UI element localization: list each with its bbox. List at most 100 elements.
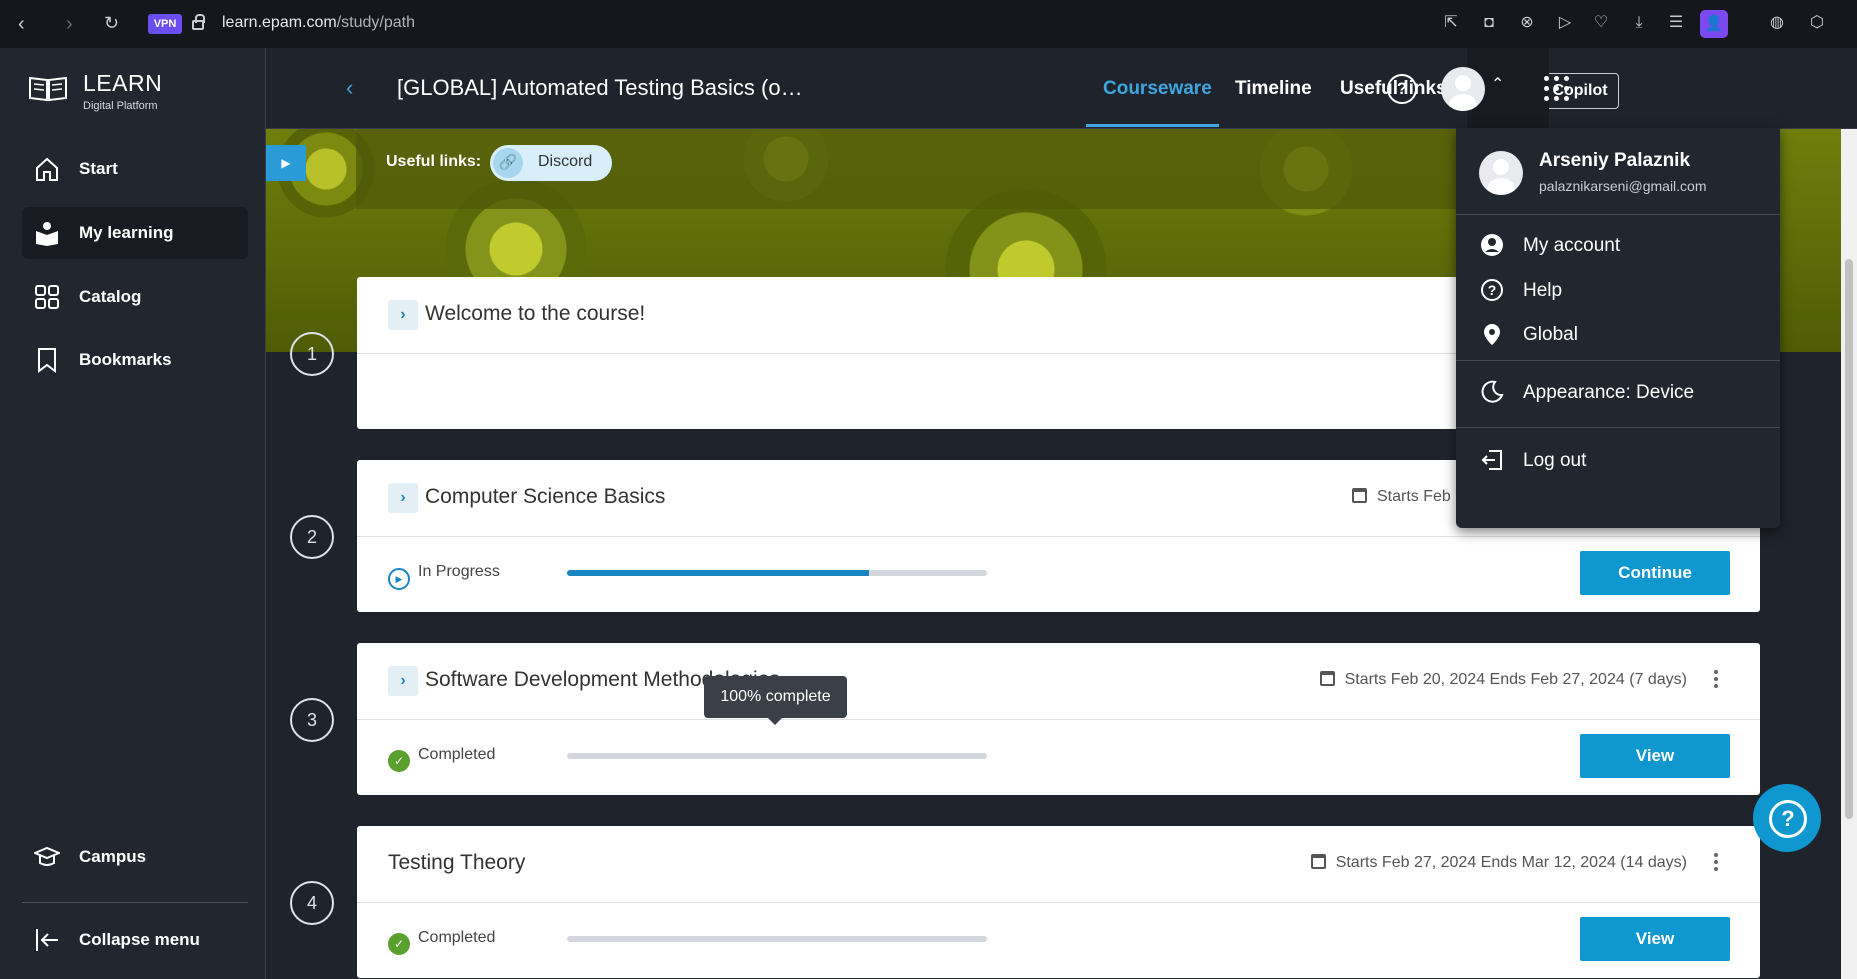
sidebar-item-start[interactable]: Start	[22, 143, 248, 195]
sidebar-item-catalog[interactable]: Catalog	[22, 271, 248, 323]
module-progress-bar[interactable]	[567, 753, 987, 759]
sidebar-item-campus[interactable]: Campus	[22, 831, 248, 883]
learning-icon	[36, 222, 58, 246]
apps-grid-icon[interactable]	[1544, 76, 1570, 102]
logout-icon	[1481, 450, 1502, 470]
help-circle-icon: ?	[1481, 279, 1503, 301]
module-status-label: Completed	[418, 746, 496, 763]
view-button[interactable]: View	[1580, 734, 1730, 778]
expand-panel-toggle[interactable]: ▶	[266, 145, 306, 181]
user-email: palaznikarseni@gmail.com	[1539, 178, 1707, 194]
location-pin-icon	[1484, 324, 1500, 345]
bookmark-icon	[38, 348, 56, 373]
tab-courseware[interactable]: Courseware	[1103, 78, 1212, 100]
more-options-icon[interactable]	[1714, 853, 1718, 874]
browser-reload-icon[interactable]: ↻	[104, 13, 119, 34]
course-header: ‹ [GLOBAL] Automated Testing Basics (o… …	[266, 48, 1857, 129]
module-progress-bar[interactable]	[567, 570, 987, 576]
module-dates: Starts Feb 27, 2024 Ends Mar 12, 2024 (1…	[1310, 854, 1687, 872]
share-icon[interactable]: ⇱	[1440, 12, 1462, 34]
collapse-menu-label: Collapse menu	[79, 930, 200, 949]
module-status: ✓ Completed	[388, 929, 495, 955]
menu-item-help[interactable]: ? Help	[1456, 268, 1780, 314]
browser-forward-icon[interactable]: ›	[66, 13, 73, 36]
camera-icon[interactable]: ◘	[1478, 12, 1500, 34]
calendar-icon	[1319, 671, 1335, 686]
tab-timeline[interactable]: Timeline	[1235, 78, 1312, 100]
menu-item-label: Log out	[1523, 450, 1587, 471]
module-dates: Starts Feb 20, 2024 Ends Feb 27, 2024 (7…	[1319, 671, 1687, 689]
calendar-icon	[1352, 488, 1367, 503]
progress-tooltip: 100% complete	[704, 676, 847, 725]
menu-list-icon[interactable]: ☰	[1665, 12, 1687, 34]
download-icon[interactable]: ⤓	[1628, 12, 1650, 34]
module-header[interactable]: › Software Development Methodologies Sta…	[357, 643, 1760, 720]
module-status: ▶ In Progress	[388, 563, 500, 590]
step-number: 1	[290, 332, 334, 376]
collapse-icon	[36, 929, 58, 951]
grid-icon	[35, 285, 59, 309]
module-header[interactable]: Testing Theory Starts Feb 27, 2024 Ends …	[357, 826, 1760, 903]
sidebar-item-label: Bookmarks	[79, 350, 172, 369]
module-progress-bar[interactable]	[567, 936, 987, 942]
module-status-label: In Progress	[418, 563, 500, 580]
module-dates-text: Starts Feb	[1377, 488, 1451, 505]
sidebar-item-bookmarks[interactable]: Bookmarks	[22, 334, 248, 386]
menu-item-appearance[interactable]: Appearance: Device	[1456, 370, 1780, 416]
in-progress-icon: ▶	[388, 568, 410, 590]
heart-icon[interactable]: ♡	[1590, 12, 1612, 34]
chevron-up-icon[interactable]: ⌃	[1491, 74, 1504, 94]
avatar[interactable]	[1441, 67, 1485, 111]
active-tab-indicator	[1086, 124, 1219, 127]
progress-fill	[567, 936, 987, 942]
user-dropdown-menu: Arseniy Palaznik palaznikarseni@gmail.co…	[1456, 128, 1780, 528]
sidebar: LEARN Digital Platform Start My learning…	[0, 48, 266, 979]
sidebar-item-label: Start	[79, 159, 118, 178]
help-icon[interactable]: ?	[1387, 74, 1417, 104]
address-bar[interactable]: learn.epam.com/study/path	[222, 14, 415, 32]
globe-icon[interactable]: ◍	[1766, 12, 1788, 34]
more-options-icon[interactable]	[1714, 670, 1718, 691]
back-chevron-icon[interactable]: ‹	[346, 75, 353, 101]
chevron-right-icon[interactable]: ›	[388, 666, 418, 696]
chevron-right-icon[interactable]: ›	[388, 300, 418, 330]
course-title: [GLOBAL] Automated Testing Basics (o…	[397, 75, 803, 100]
chevron-right-icon[interactable]: ›	[388, 483, 418, 513]
graduation-cap-icon	[34, 846, 60, 866]
vpn-badge[interactable]: VPN	[148, 14, 182, 34]
svg-text:?: ?	[1488, 282, 1497, 298]
sidebar-divider	[22, 902, 248, 903]
play-icon[interactable]: ▷	[1554, 12, 1576, 34]
module-dates-text: Starts Feb 20, 2024 Ends Feb 27, 2024 (7…	[1344, 671, 1687, 688]
moon-icon	[1481, 380, 1504, 403]
user-name: Arseniy Palaznik	[1539, 150, 1691, 171]
menu-item-my-account[interactable]: My account	[1456, 223, 1780, 269]
continue-button[interactable]: Continue	[1580, 551, 1730, 595]
scrollbar-thumb[interactable]	[1845, 259, 1853, 819]
support-fab-button[interactable]: ?	[1753, 784, 1821, 852]
menu-item-log-out[interactable]: Log out	[1456, 438, 1780, 484]
menu-item-label: My account	[1523, 235, 1621, 256]
module-title: Welcome to the course!	[425, 302, 646, 325]
module-card: Testing Theory Starts Feb 27, 2024 Ends …	[357, 826, 1760, 978]
module-dates-text: Starts Feb 27, 2024 Ends Mar 12, 2024 (1…	[1335, 854, 1687, 871]
lock-icon	[192, 14, 205, 30]
account-icon	[1481, 234, 1503, 256]
discord-link-chip[interactable]: 🔗 Discord	[490, 145, 612, 181]
module-status-label: Completed	[418, 929, 496, 946]
sidebar-item-my-learning[interactable]: My learning	[22, 207, 248, 259]
logo-title: LEARN	[83, 70, 163, 96]
browser-back-icon[interactable]: ‹	[18, 13, 25, 36]
discord-chip-label: Discord	[538, 153, 593, 170]
home-icon	[36, 157, 58, 181]
menu-item-label: Appearance: Device	[1523, 382, 1695, 403]
step-number: 2	[290, 515, 334, 559]
menu-item-global[interactable]: Global	[1456, 312, 1780, 358]
collapse-menu-button[interactable]: Collapse menu	[22, 914, 248, 966]
profile-extension-icon[interactable]: 👤	[1700, 10, 1728, 38]
page-scrollbar[interactable]	[1841, 129, 1857, 979]
cube-icon[interactable]: ⬡	[1806, 12, 1828, 34]
view-button[interactable]: View	[1580, 917, 1730, 961]
book-logo-icon	[29, 76, 67, 102]
adblock-icon[interactable]: ⊗	[1516, 12, 1538, 34]
